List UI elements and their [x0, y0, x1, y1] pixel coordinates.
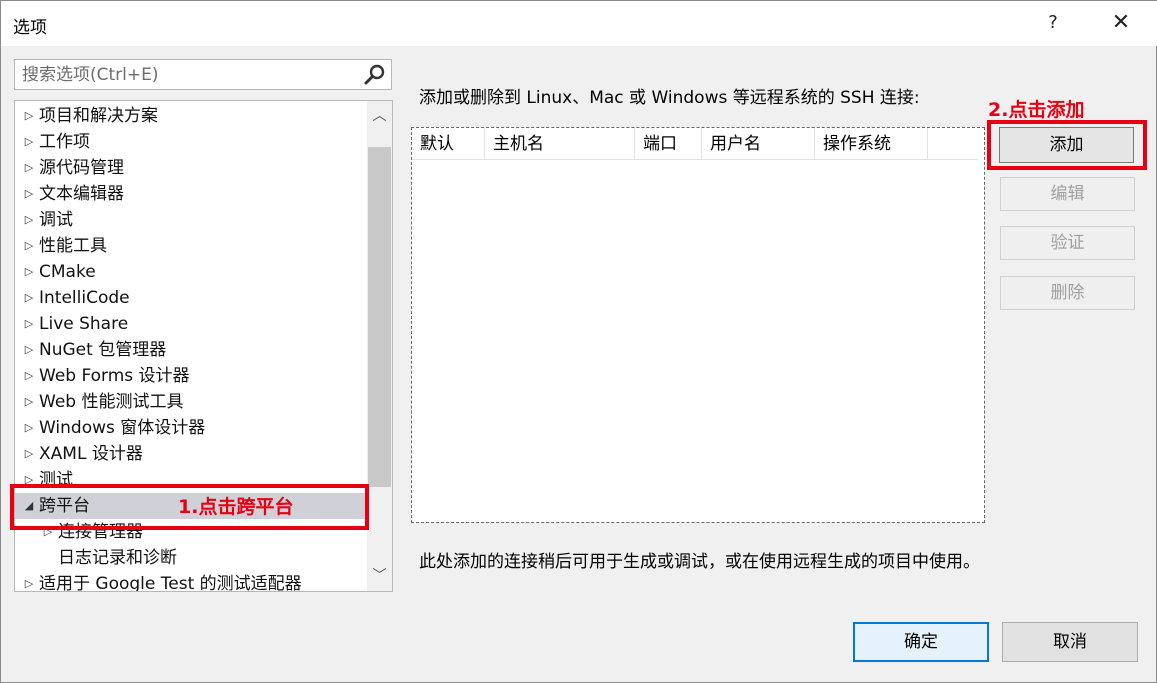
collapsed-arrow-icon[interactable]: ▷ — [22, 103, 36, 129]
tree-item-label: 日志记录和诊断 — [58, 548, 177, 568]
edit-button[interactable]: 编辑 — [1000, 177, 1135, 211]
tree-item-label: 源代码管理 — [39, 158, 124, 178]
collapsed-arrow-icon[interactable]: ▷ — [22, 155, 36, 181]
tree-item-label: 调试 — [39, 210, 73, 230]
column-header-hostname[interactable]: 主机名 — [485, 128, 635, 160]
tree-item[interactable]: ▷ 源代码管理 — [15, 155, 367, 181]
search-icon[interactable] — [363, 63, 387, 87]
tree-item-label: 项目和解决方案 — [39, 106, 158, 126]
collapsed-arrow-icon[interactable]: ▷ — [22, 233, 36, 259]
tree-item-label: Live Share — [39, 314, 129, 334]
grid-header: 默认 主机名 端口 用户名 操作系统 — [412, 128, 978, 160]
cancel-button[interactable]: 取消 — [1002, 622, 1138, 662]
collapsed-arrow-icon[interactable]: ▷ — [22, 441, 36, 467]
window-title: 选项 — [13, 18, 47, 38]
title-bar: 选项 ? ✕ — [1, 1, 1157, 46]
chevron-up-icon[interactable]: ︿ — [367, 101, 392, 131]
tree-item[interactable]: ▷ NuGet 包管理器 — [15, 337, 367, 363]
collapsed-arrow-icon[interactable]: ▷ — [22, 337, 36, 363]
tree-item[interactable]: ▷ Web Forms 设计器 — [15, 363, 367, 389]
tree-item[interactable]: ▷ 适用于 Google Test 的测试适配器 — [15, 571, 367, 592]
tree-item[interactable]: ▷ 文本编辑器 — [15, 181, 367, 207]
tree-item[interactable]: ▷ Web 性能测试工具 — [15, 389, 367, 415]
scroll-thumb[interactable] — [368, 147, 391, 487]
search-input[interactable] — [15, 60, 355, 89]
chevron-down-icon[interactable]: ﹀ — [367, 561, 392, 591]
tree-item-label: Windows 窗体设计器 — [39, 418, 206, 438]
tree-item[interactable]: ▷ 项目和解决方案 — [15, 103, 367, 129]
tree-item-label: IntelliCode — [39, 288, 130, 308]
tree-item[interactable]: ▷ CMake — [15, 259, 367, 285]
tree-item[interactable]: ▷ 工作项 — [15, 129, 367, 155]
tree-item[interactable]: ▷ Windows 窗体设计器 — [15, 415, 367, 441]
tree-item-label: 工作项 — [39, 132, 90, 152]
collapsed-arrow-icon[interactable]: ▷ — [22, 285, 36, 311]
column-header-default[interactable]: 默认 — [412, 128, 485, 160]
column-header-os[interactable]: 操作系统 — [815, 128, 928, 160]
delete-button[interactable]: 删除 — [1000, 276, 1135, 310]
connection-description: 添加或删除到 Linux、Mac 或 Windows 等远程系统的 SSH 连接… — [419, 88, 920, 108]
close-button[interactable]: ✕ — [1105, 7, 1137, 39]
tree-item-label: 性能工具 — [39, 236, 107, 256]
collapsed-arrow-icon[interactable]: ▷ — [22, 311, 36, 337]
collapsed-arrow-icon[interactable]: ▷ — [22, 571, 36, 591]
tree-item-label: 适用于 Google Test 的测试适配器 — [39, 574, 302, 592]
ok-button[interactable]: 确定 — [853, 622, 989, 662]
tree-item[interactable]: ▷ IntelliCode — [15, 285, 367, 311]
tree-item[interactable]: ▷ Live Share — [15, 311, 367, 337]
collapsed-arrow-icon[interactable]: ▷ — [22, 181, 36, 207]
tree-item-label: XAML 设计器 — [39, 444, 143, 464]
search-box[interactable] — [14, 59, 392, 90]
collapsed-arrow-icon[interactable]: ▷ — [22, 389, 36, 415]
column-header-username[interactable]: 用户名 — [702, 128, 815, 160]
annotation-text-step1: 1.点击跨平台 — [178, 496, 294, 518]
tree-item[interactable]: ▷ 性能工具 — [15, 233, 367, 259]
collapsed-arrow-icon[interactable]: ▷ — [22, 259, 36, 285]
tree-item[interactable]: ▷ XAML 设计器 — [15, 441, 367, 467]
annotation-text-step2: 2.点击添加 — [988, 99, 1085, 121]
tree-item[interactable]: ▷ 调试 — [15, 207, 367, 233]
verify-button[interactable]: 验证 — [1000, 226, 1135, 260]
collapsed-arrow-icon[interactable]: ▷ — [22, 129, 36, 155]
tree-item-label: NuGet 包管理器 — [39, 340, 167, 360]
collapsed-arrow-icon[interactable]: ▷ — [22, 207, 36, 233]
tree-item-label: CMake — [39, 262, 96, 282]
collapsed-arrow-icon[interactable]: ▷ — [22, 415, 36, 441]
column-header-port[interactable]: 端口 — [635, 128, 702, 160]
tree-item[interactable]: 日志记录和诊断 — [15, 545, 367, 571]
tree-item-label: 文本编辑器 — [39, 184, 124, 204]
tree-item-label: Web 性能测试工具 — [39, 392, 184, 412]
annotation-box-step2 — [987, 120, 1147, 170]
connections-grid[interactable]: 默认 主机名 端口 用户名 操作系统 — [411, 127, 985, 523]
footer-note: 此处添加的连接稍后可用于生成或调试，或在使用远程生成的项目中使用。 — [419, 552, 980, 572]
tree-item-label: Web Forms 设计器 — [39, 366, 190, 386]
collapsed-arrow-icon[interactable]: ▷ — [22, 363, 36, 389]
tree-scrollbar[interactable]: ︿ ﹀ — [367, 101, 392, 591]
help-button[interactable]: ? — [1041, 9, 1065, 37]
